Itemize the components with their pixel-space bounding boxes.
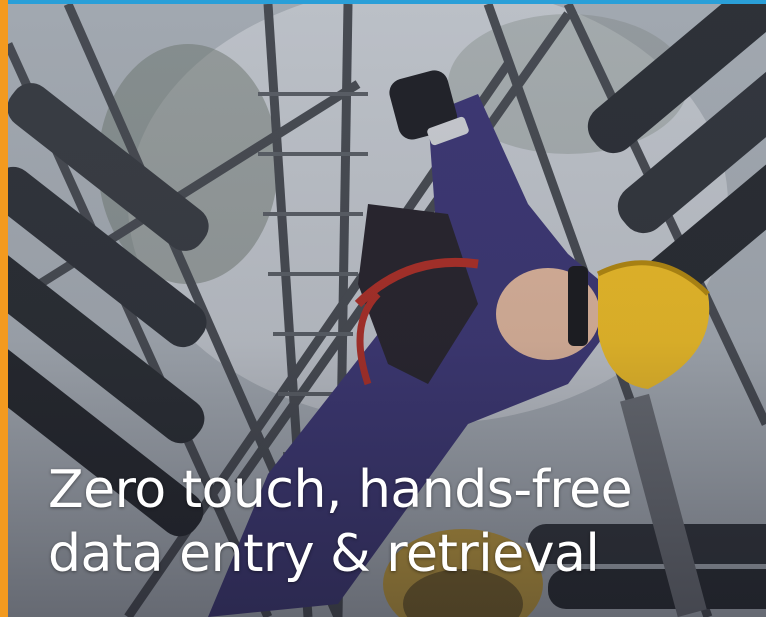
tile-caption: Zero touch, hands-free data entry & retr…	[48, 458, 738, 586]
caption-line-1: Zero touch, hands-free	[48, 460, 633, 520]
left-accent-bar	[0, 0, 8, 617]
feature-tile[interactable]: Zero touch, hands-free data entry & retr…	[0, 0, 766, 617]
caption-line-2: data entry & retrieval	[48, 524, 600, 584]
